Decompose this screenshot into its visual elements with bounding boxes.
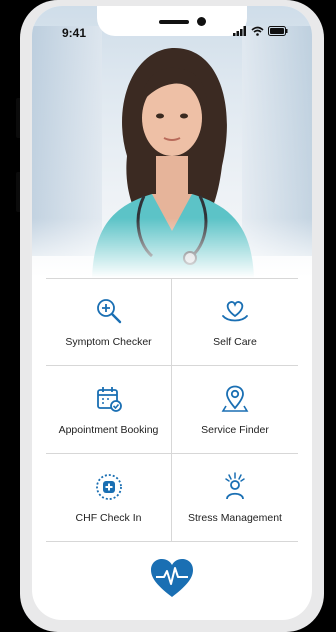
status-time: 9:41: [62, 26, 87, 40]
menu-label: Self Care: [213, 336, 257, 348]
front-camera: [197, 17, 206, 26]
stressed-person-icon: [225, 471, 245, 499]
menu-label: Stress Management: [188, 511, 282, 524]
menu-self-care[interactable]: Self Care: [172, 278, 298, 366]
signal-icon: [233, 26, 246, 36]
menu-label: Symptom Checker: [65, 336, 152, 348]
menu-symptom-checker[interactable]: Symptom Checker: [46, 278, 172, 366]
doctor-photo: [32, 6, 312, 278]
menu-chf-check-in[interactable]: CHF Check In: [46, 454, 172, 542]
photo-fade: [32, 218, 312, 278]
heart-monitor-button[interactable]: [32, 550, 312, 606]
status-icons: [233, 26, 288, 36]
menu-grid: Symptom Checker Self Care Appointment Bo…: [46, 278, 298, 550]
magnifier-plus-icon: [96, 299, 121, 324]
medical-plus-icon: [95, 473, 122, 500]
phone-notch: [97, 6, 247, 36]
menu-appointment-booking[interactable]: Appointment Booking: [46, 366, 172, 454]
calendar-check-icon: [96, 386, 122, 412]
menu-stress-management[interactable]: Stress Management: [172, 454, 298, 542]
battery-icon: [268, 26, 288, 36]
app-screen: 9:41 Symptom Checker Self Care Appointme…: [32, 6, 312, 620]
menu-service-finder[interactable]: Service Finder: [172, 366, 298, 454]
menu-label: CHF Check In: [75, 511, 142, 524]
heartbeat-heart-icon: [151, 559, 193, 597]
map-pin-icon: [221, 385, 249, 412]
phone-frame: 9:41 Symptom Checker Self Care Appointme…: [20, 0, 324, 632]
menu-label: Appointment Booking: [58, 423, 159, 436]
menu-label: Service Finder: [201, 423, 269, 436]
heart-hands-icon: [222, 301, 248, 322]
wifi-icon: [251, 26, 264, 36]
speaker-grill: [159, 20, 189, 24]
